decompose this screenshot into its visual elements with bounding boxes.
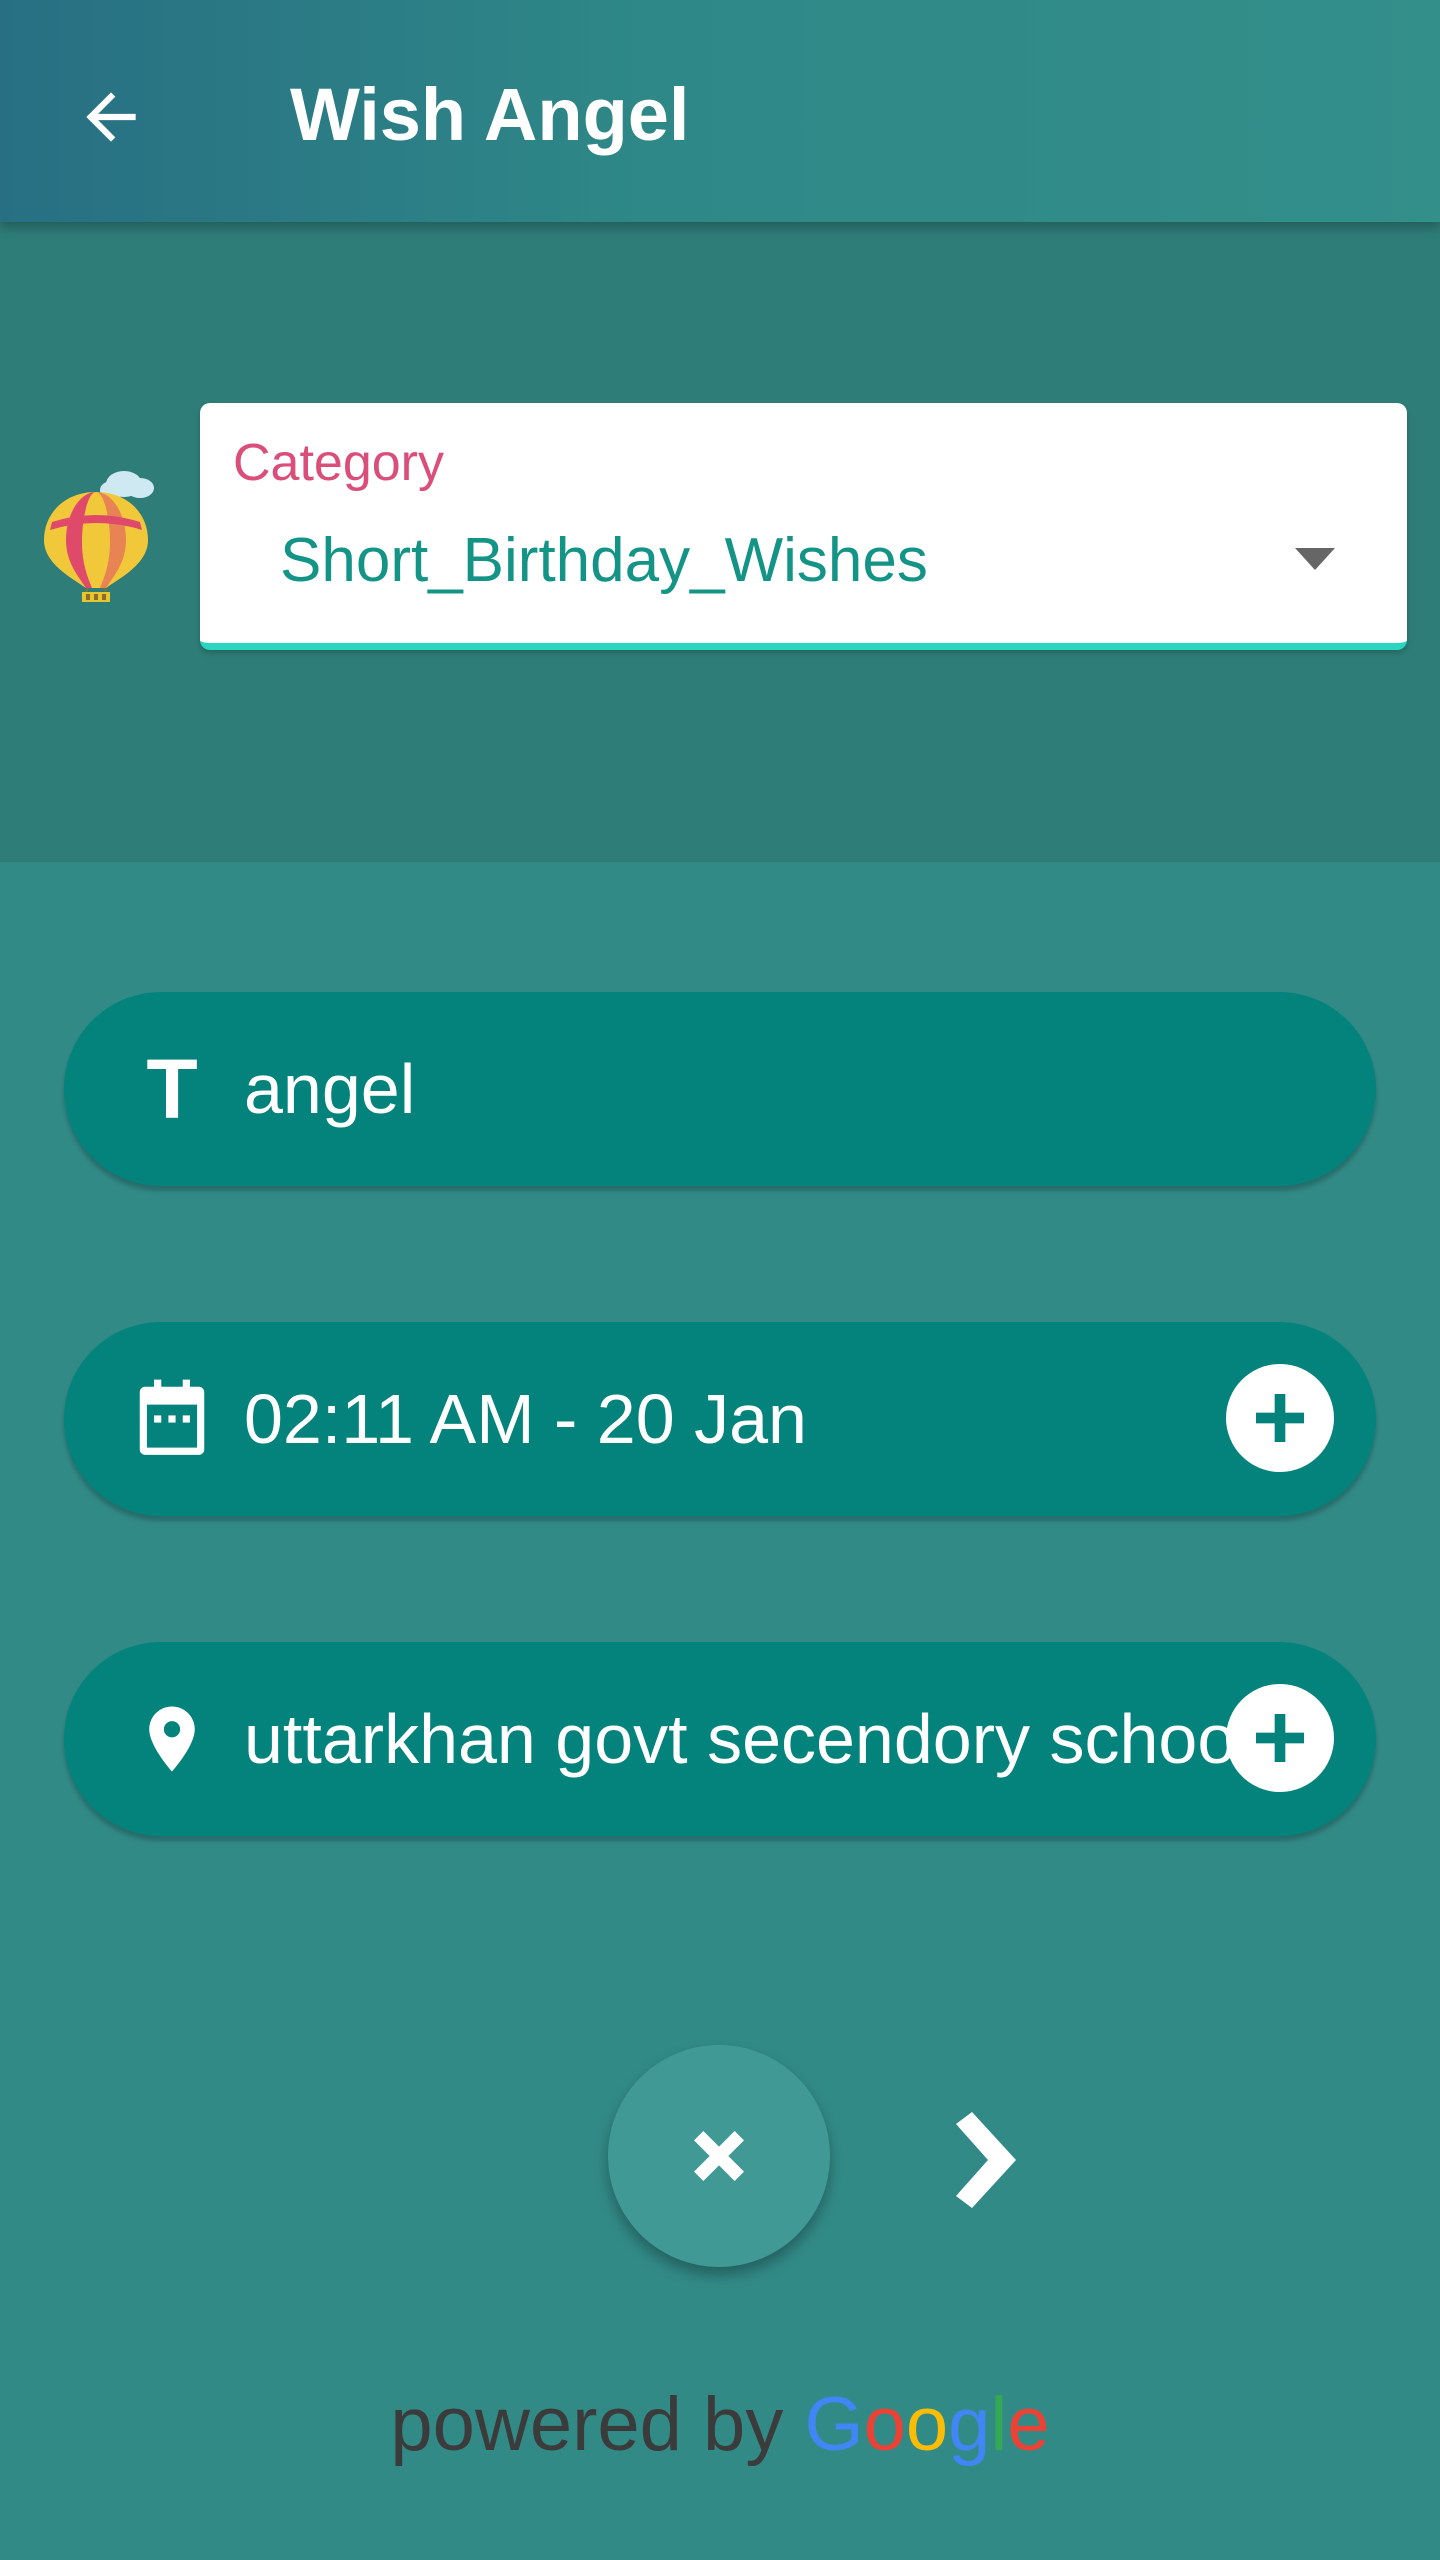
text-icon: T (122, 1039, 222, 1139)
location-pin-icon (122, 1689, 222, 1789)
app-bar: Wish Angel (0, 0, 1440, 222)
title-input[interactable]: angel (244, 1044, 1254, 1134)
datetime-value[interactable]: 02:11 AM - 20 Jan (244, 1374, 1254, 1464)
plus-icon (1256, 1714, 1304, 1762)
close-icon (694, 2131, 744, 2181)
add-location-button[interactable] (1226, 1684, 1334, 1792)
google-letter: g (948, 2382, 991, 2467)
calendar-icon (122, 1369, 222, 1469)
google-logo: Google (804, 2382, 1049, 2467)
google-letter: G (804, 2382, 864, 2467)
add-datetime-button[interactable] (1226, 1364, 1334, 1472)
caret-down-icon[interactable] (1295, 548, 1335, 570)
close-button[interactable] (608, 2045, 830, 2267)
title-field[interactable]: T angel (64, 992, 1376, 1186)
plus-icon (1256, 1394, 1304, 1442)
chevron-right-icon (956, 2112, 1016, 2208)
google-letter: o (863, 2382, 906, 2467)
powered-by-text: powered by (390, 2382, 784, 2467)
category-label: Category (233, 434, 444, 492)
text-icon-glyph: T (146, 1042, 198, 1136)
page-title: Wish Angel (290, 73, 690, 156)
google-letter: l (990, 2382, 1008, 2467)
google-letter: o (905, 2382, 949, 2467)
category-dropdown[interactable]: Category Short_Birthday_Wishes (200, 403, 1407, 650)
back-button[interactable] (56, 62, 166, 172)
category-value: Short_Birthday_Wishes (280, 526, 928, 595)
location-pin-icon-svg (149, 1706, 195, 1772)
calendar-icon-svg (139, 1379, 205, 1455)
location-value[interactable]: uttarkhan govt secendory school (244, 1694, 1254, 1784)
hot-air-balloon-icon (44, 471, 154, 602)
location-field[interactable]: uttarkhan govt secendory school (64, 1642, 1376, 1836)
next-button[interactable] (920, 2100, 1040, 2220)
powered-by-google: powered by Google (0, 2380, 1440, 2470)
google-letter: e (1007, 2382, 1050, 2467)
arrow-left-icon (86, 92, 136, 142)
datetime-field[interactable]: 02:11 AM - 20 Jan (64, 1322, 1376, 1516)
